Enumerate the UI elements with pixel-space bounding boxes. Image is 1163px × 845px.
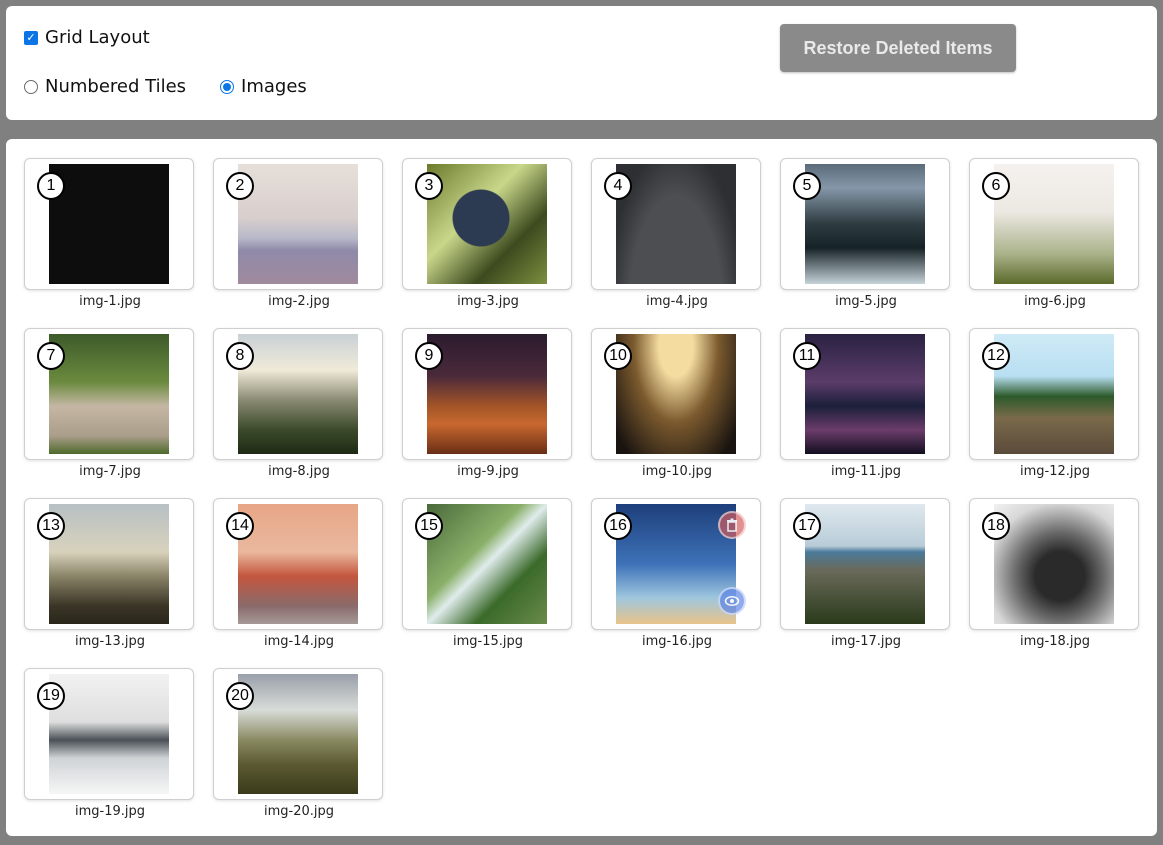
trash-icon[interactable]	[718, 511, 746, 539]
gallery-tile[interactable]: 18 img-18.jpg	[969, 498, 1139, 649]
images-label: Images	[241, 76, 307, 97]
tile-image[interactable]	[616, 164, 736, 284]
tile-caption: img-19.jpg	[74, 804, 145, 819]
tile-number-badge: 16	[604, 512, 632, 540]
tile-caption: img-17.jpg	[830, 634, 901, 649]
gallery-tile[interactable]: 13 img-13.jpg	[24, 498, 194, 649]
restore-deleted-items-button[interactable]: Restore Deleted Items	[780, 24, 1016, 72]
tile-caption: img-4.jpg	[646, 294, 708, 309]
tile-image[interactable]	[994, 334, 1114, 454]
gallery-tile[interactable]: 11 img-11.jpg	[780, 328, 950, 479]
tile-number-badge: 10	[604, 342, 632, 370]
tile-image[interactable]	[49, 674, 169, 794]
mode-options: Numbered Tiles Images	[24, 76, 341, 97]
tile-image[interactable]	[427, 334, 547, 454]
tile-caption: img-3.jpg	[457, 294, 519, 309]
tile-number-badge: 12	[982, 342, 1010, 370]
tile-image[interactable]	[427, 164, 547, 284]
tile-caption: img-8.jpg	[268, 464, 330, 479]
gallery-tile[interactable]: 19 img-19.jpg	[24, 668, 194, 819]
gallery-tile[interactable]: 3 img-3.jpg	[402, 158, 572, 309]
tile-number-badge: 18	[982, 512, 1010, 540]
tile-caption: img-14.jpg	[263, 634, 334, 649]
tile-image[interactable]	[427, 504, 547, 624]
tile-number-badge: 15	[415, 512, 443, 540]
tile-number-badge: 19	[37, 682, 65, 710]
gallery-tile[interactable]: 17 img-17.jpg	[780, 498, 950, 649]
gallery-tile[interactable]: 2 img-2.jpg	[213, 158, 383, 309]
gallery-tile[interactable]: 10 img-10.jpg	[591, 328, 761, 479]
radio-unselected-icon[interactable]	[24, 79, 38, 94]
tile-number-badge: 6	[982, 172, 1010, 200]
checkbox-checked-icon[interactable]: ✓	[24, 30, 38, 45]
tile-caption: img-11.jpg	[830, 464, 901, 479]
tile-caption: img-12.jpg	[1019, 464, 1090, 479]
tile-caption: img-10.jpg	[641, 464, 712, 479]
gallery-tile[interactable]: 14 img-14.jpg	[213, 498, 383, 649]
gallery-tile[interactable]: 8 img-8.jpg	[213, 328, 383, 479]
tile-number-badge: 2	[226, 172, 254, 200]
tile-image[interactable]	[238, 504, 358, 624]
tile-image[interactable]	[238, 334, 358, 454]
numbered-tiles-radio[interactable]: Numbered Tiles	[24, 76, 186, 97]
gallery-tile[interactable]: 1 img-1.jpg	[24, 158, 194, 309]
tile-number-badge: 7	[37, 342, 65, 370]
tile-image[interactable]	[49, 504, 169, 624]
tile-image[interactable]	[805, 334, 925, 454]
tile-caption: img-16.jpg	[641, 634, 712, 649]
tile-caption: img-18.jpg	[1019, 634, 1090, 649]
grid-layout-label: Grid Layout	[45, 27, 150, 48]
gallery-tile[interactable]: 7 img-7.jpg	[24, 328, 194, 479]
tile-image[interactable]	[49, 164, 169, 284]
tile-number-badge: 11	[793, 342, 821, 370]
tile-number-badge: 20	[226, 682, 254, 710]
image-gallery: 1 img-1.jpg 2 img-2.jpg 3 img-3.jpg 4 img-4.jpg…	[6, 139, 1157, 836]
tile-caption: img-1.jpg	[79, 294, 141, 309]
tile-caption: img-7.jpg	[79, 464, 141, 479]
tile-image[interactable]	[238, 164, 358, 284]
tile-number-badge: 17	[793, 512, 821, 540]
radio-selected-icon[interactable]	[220, 79, 235, 94]
gallery-tile[interactable]: 16 img-16.jpg	[591, 498, 761, 649]
tile-number-badge: 13	[37, 512, 65, 540]
tile-image[interactable]	[994, 504, 1114, 624]
tile-image[interactable]	[49, 334, 169, 454]
tile-image[interactable]	[238, 674, 358, 794]
images-radio[interactable]: Images	[220, 76, 307, 97]
tile-number-badge: 3	[415, 172, 443, 200]
gallery-tile[interactable]: 5 img-5.jpg	[780, 158, 950, 309]
tile-caption: img-5.jpg	[835, 294, 897, 309]
tile-caption: img-15.jpg	[452, 634, 523, 649]
tile-number-badge: 9	[415, 342, 443, 370]
eye-icon[interactable]	[718, 587, 746, 615]
gallery-tile[interactable]: 20 img-20.jpg	[213, 668, 383, 819]
controls-panel: ✓ Grid Layout Numbered Tiles Images Rest…	[6, 6, 1157, 120]
tile-caption: img-6.jpg	[1024, 294, 1086, 309]
tile-caption: img-13.jpg	[74, 634, 145, 649]
tile-number-badge: 14	[226, 512, 254, 540]
tile-caption: img-9.jpg	[457, 464, 519, 479]
tile-image[interactable]	[994, 164, 1114, 284]
tile-image[interactable]	[616, 334, 736, 454]
grid-layout-checkbox[interactable]: ✓ Grid Layout	[24, 27, 150, 48]
tile-caption: img-2.jpg	[268, 294, 330, 309]
gallery-tile[interactable]: 15 img-15.jpg	[402, 498, 572, 649]
tile-caption: img-20.jpg	[263, 804, 334, 819]
tile-number-badge: 1	[37, 172, 65, 200]
tile-number-badge: 8	[226, 342, 254, 370]
gallery-tile[interactable]: 6 img-6.jpg	[969, 158, 1139, 309]
tile-image[interactable]	[805, 164, 925, 284]
gallery-tile[interactable]: 9 img-9.jpg	[402, 328, 572, 479]
tile-number-badge: 5	[793, 172, 821, 200]
gallery-tile[interactable]: 4 img-4.jpg	[591, 158, 761, 309]
tile-number-badge: 4	[604, 172, 632, 200]
numbered-tiles-label: Numbered Tiles	[45, 76, 187, 97]
layout-options: ✓ Grid Layout	[24, 27, 184, 48]
tile-image[interactable]	[805, 504, 925, 624]
gallery-tile[interactable]: 12 img-12.jpg	[969, 328, 1139, 479]
